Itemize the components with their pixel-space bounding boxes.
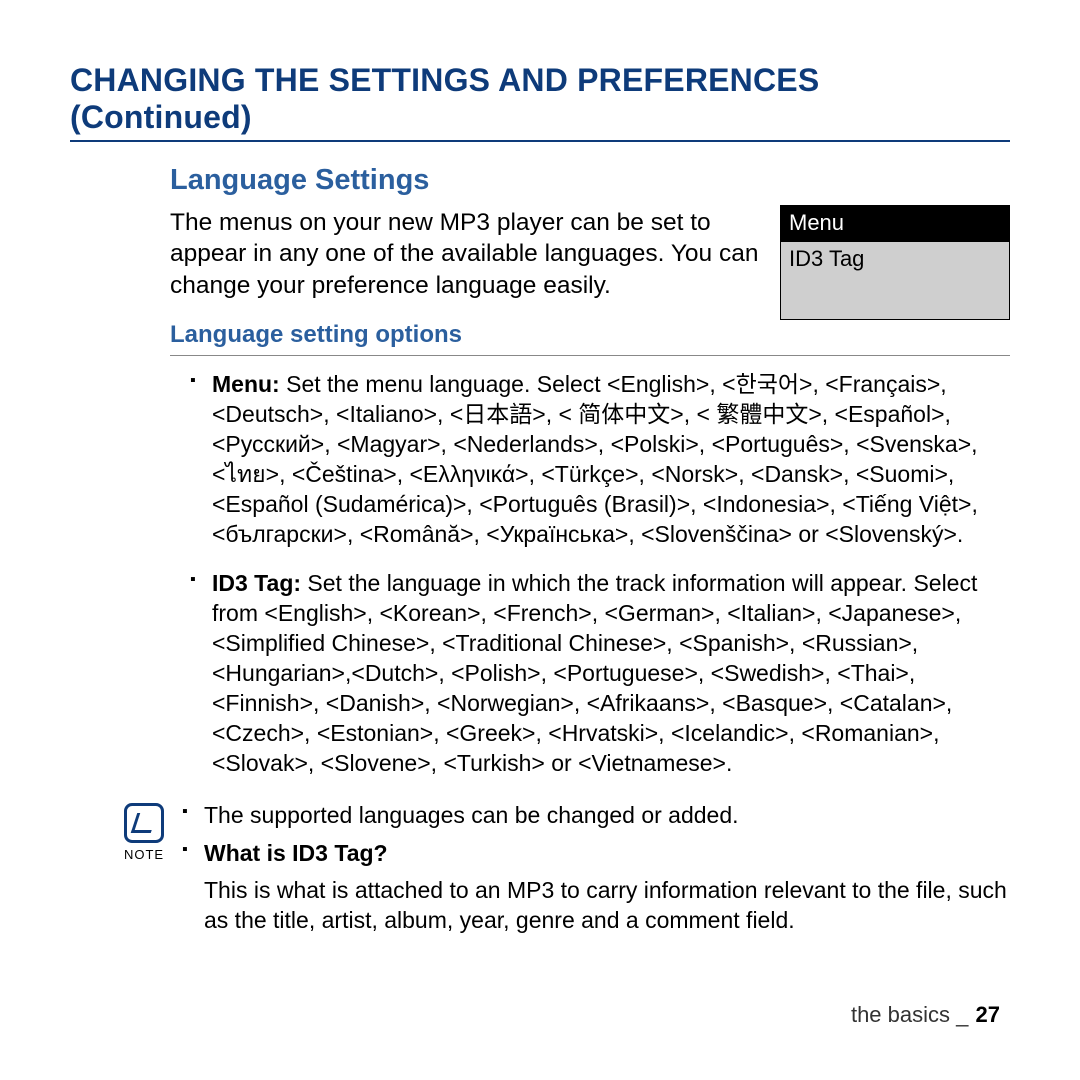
page-title: CHANGING THE SETTINGS AND PREFERENCES (C… bbox=[70, 62, 1010, 142]
note-line-question: What is ID3 Tag? bbox=[182, 839, 1010, 869]
option-id3-text: Set the language in which the track info… bbox=[212, 570, 977, 775]
note-block: NOTE The supported languages can be chan… bbox=[122, 801, 1010, 937]
footer-page-number: 27 bbox=[976, 1002, 1000, 1027]
manual-page: CHANGING THE SETTINGS AND PREFERENCES (C… bbox=[0, 0, 1080, 1080]
footer-section-name: the basics bbox=[851, 1002, 950, 1027]
option-menu-text: Set the menu language. Select <English>,… bbox=[212, 371, 978, 546]
sub-heading-rule bbox=[170, 355, 1010, 356]
note-list: The supported languages can be changed o… bbox=[182, 801, 1010, 869]
note-line-supported: The supported languages can be changed o… bbox=[182, 801, 1010, 831]
note-label: NOTE bbox=[124, 847, 164, 862]
note-content: The supported languages can be changed o… bbox=[182, 801, 1010, 937]
language-options-list: Menu: Set the menu language. Select <Eng… bbox=[170, 370, 1010, 779]
intro-wrap: The menus on your new MP3 player can be … bbox=[170, 205, 1010, 321]
note-icon bbox=[124, 803, 164, 843]
page-footer: the basics _ 27 bbox=[851, 1002, 1000, 1028]
option-id3-label: ID3 Tag: bbox=[212, 570, 301, 596]
menu-box-header: Menu bbox=[781, 206, 1009, 242]
sub-heading: Language setting options bbox=[170, 321, 1010, 349]
menu-preview-box: Menu ID3 Tag bbox=[780, 205, 1010, 320]
section-heading: Language Settings bbox=[170, 164, 1010, 197]
intro-text: The menus on your new MP3 player can be … bbox=[170, 207, 762, 301]
option-id3tag: ID3 Tag: Set the language in which the t… bbox=[190, 569, 1010, 778]
note-icon-column: NOTE bbox=[122, 803, 166, 862]
language-settings-section: Language Settings The menus on your new … bbox=[170, 164, 1010, 936]
menu-box-item: ID3 Tag bbox=[781, 242, 1009, 320]
note-question: What is ID3 Tag? bbox=[204, 840, 388, 866]
option-menu-label: Menu: bbox=[212, 371, 280, 397]
note-answer: This is what is attached to an MP3 to ca… bbox=[204, 876, 1010, 936]
option-menu: Menu: Set the menu language. Select <Eng… bbox=[190, 370, 1010, 549]
footer-separator: _ bbox=[956, 1002, 969, 1027]
